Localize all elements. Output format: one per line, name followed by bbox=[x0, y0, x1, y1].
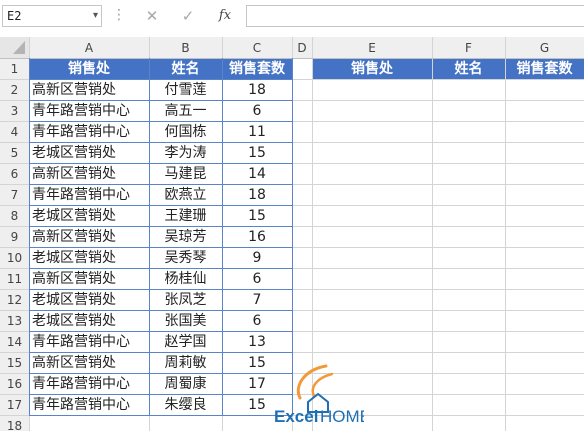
column-header-b[interactable]: B bbox=[181, 41, 189, 55]
table-cell-sales-office[interactable]: 高新区营销处 bbox=[32, 270, 116, 287]
table-cell-sales-count[interactable]: 18 bbox=[248, 82, 266, 98]
table-cell-name[interactable]: 李为涛 bbox=[165, 145, 207, 161]
table-cell-name[interactable]: 赵学国 bbox=[165, 334, 207, 350]
table-cell-sales-count[interactable]: 11 bbox=[248, 124, 266, 140]
row-header-11[interactable]: 11 bbox=[7, 272, 22, 286]
table-cell-sales-count[interactable]: 15 bbox=[248, 208, 266, 224]
table-cell-name[interactable]: 周莉敏 bbox=[165, 355, 207, 371]
column-header-e[interactable]: E bbox=[368, 41, 376, 55]
source-header-cell[interactable]: 销售处 bbox=[68, 60, 111, 77]
table-cell-sales-office[interactable]: 青年路营销中心 bbox=[32, 376, 130, 392]
logo-text-excel: Excel bbox=[274, 407, 318, 426]
table-cell-name[interactable]: 付雪莲 bbox=[165, 82, 207, 98]
row-header-16[interactable]: 16 bbox=[7, 377, 22, 391]
table-cell-sales-count[interactable]: 13 bbox=[248, 334, 266, 350]
table-cell-sales-count[interactable]: 7 bbox=[253, 292, 262, 308]
table-cell-sales-office[interactable]: 高新区营销处 bbox=[32, 165, 116, 182]
source-header-cell[interactable]: 销售套数 bbox=[229, 60, 286, 77]
table-cell-name[interactable]: 吴琼芳 bbox=[165, 228, 207, 245]
row-header-5[interactable]: 5 bbox=[11, 146, 19, 160]
column-header-c[interactable]: C bbox=[253, 41, 261, 55]
table-cell-name[interactable]: 王建珊 bbox=[165, 208, 207, 224]
table-cell-sales-office[interactable]: 老城区营销处 bbox=[32, 145, 116, 161]
target-header-cell[interactable]: 销售处 bbox=[351, 60, 394, 77]
table-cell-sales-count[interactable]: 15 bbox=[248, 355, 266, 371]
row-header-6[interactable]: 6 bbox=[11, 167, 19, 181]
table-cell-sales-office[interactable]: 高新区营销处 bbox=[32, 354, 116, 371]
column-header-f[interactable]: F bbox=[465, 41, 472, 55]
row-header-7[interactable]: 7 bbox=[11, 188, 19, 202]
row-header-14[interactable]: 14 bbox=[7, 335, 22, 349]
row-header-9[interactable]: 9 bbox=[11, 230, 19, 244]
column-header-g[interactable]: G bbox=[540, 41, 549, 55]
table-cell-sales-count[interactable]: 9 bbox=[253, 250, 262, 266]
table-cell-sales-office[interactable]: 青年路营销中心 bbox=[32, 334, 130, 350]
row-header-8[interactable]: 8 bbox=[11, 209, 19, 223]
table-cell-name[interactable]: 马建昆 bbox=[165, 166, 207, 182]
table-cell-name[interactable]: 何国栋 bbox=[165, 123, 207, 140]
table-cell-sales-office[interactable]: 高新区营销处 bbox=[32, 228, 116, 245]
table-cell-name[interactable]: 周蜀康 bbox=[165, 375, 207, 392]
row-header-12[interactable]: 12 bbox=[7, 293, 22, 307]
row-header-10[interactable]: 10 bbox=[7, 251, 22, 265]
table-cell-sales-office[interactable]: 老城区营销处 bbox=[32, 250, 116, 266]
row-header-18[interactable]: 18 bbox=[7, 419, 22, 431]
table-cell-sales-count[interactable]: 16 bbox=[248, 229, 266, 245]
row-header-1[interactable]: 1 bbox=[11, 62, 19, 76]
table-cell-name[interactable]: 高五一 bbox=[165, 102, 207, 119]
table-cell-name[interactable]: 欧燕立 bbox=[165, 187, 207, 203]
source-header-cell[interactable]: 姓名 bbox=[172, 60, 200, 77]
table-cell-sales-count[interactable]: 15 bbox=[248, 397, 266, 413]
table-cell-sales-office[interactable]: 青年路营销中心 bbox=[32, 397, 130, 413]
table-cell-sales-count[interactable]: 15 bbox=[248, 145, 266, 161]
table-cell-sales-office[interactable]: 老城区营销处 bbox=[32, 292, 116, 308]
target-header-cell[interactable]: 销售套数 bbox=[517, 60, 574, 77]
table-cell-sales-count[interactable]: 6 bbox=[253, 313, 262, 329]
row-header-4[interactable]: 4 bbox=[11, 125, 19, 139]
row-header-15[interactable]: 15 bbox=[7, 356, 22, 370]
table-cell-sales-office[interactable]: 青年路营销中心 bbox=[32, 124, 130, 140]
row-header-17[interactable]: 17 bbox=[7, 398, 22, 412]
target-header-cell[interactable]: 姓名 bbox=[455, 60, 483, 77]
table-cell-sales-office[interactable]: 老城区营销处 bbox=[32, 313, 116, 329]
table-cell-name[interactable]: 张国美 bbox=[165, 313, 207, 329]
table-cell-sales-office[interactable]: 高新区营销处 bbox=[32, 81, 116, 98]
column-header-d[interactable]: D bbox=[297, 41, 306, 55]
table-cell-sales-office[interactable]: 青年路营销中心 bbox=[32, 103, 130, 119]
table-cell-sales-count[interactable]: 17 bbox=[248, 376, 266, 392]
table-cell-sales-office[interactable]: 老城区营销处 bbox=[32, 208, 116, 224]
table-cell-name[interactable]: 朱缨良 bbox=[165, 397, 207, 413]
logo-text-home: HOME bbox=[320, 407, 364, 426]
table-cell-name[interactable]: 杨桂仙 bbox=[165, 271, 207, 287]
table-cell-sales-count[interactable]: 6 bbox=[253, 271, 262, 287]
table-cell-name[interactable]: 张凤芝 bbox=[165, 292, 207, 308]
row-header-13[interactable]: 13 bbox=[7, 314, 22, 328]
column-header-a[interactable]: A bbox=[85, 41, 94, 55]
table-cell-sales-count[interactable]: 18 bbox=[248, 187, 266, 203]
logo-swirl bbox=[311, 372, 334, 398]
table-cell-sales-office[interactable]: 青年路营销中心 bbox=[32, 187, 130, 203]
excelhome-logo: Excel HOME bbox=[274, 364, 364, 426]
table-cell-sales-count[interactable]: 14 bbox=[248, 166, 266, 182]
row-header-3[interactable]: 3 bbox=[11, 104, 19, 118]
table-cell-name[interactable]: 吴秀琴 bbox=[165, 250, 207, 266]
table-cell-sales-count[interactable]: 6 bbox=[253, 103, 262, 119]
row-header-2[interactable]: 2 bbox=[11, 83, 19, 97]
